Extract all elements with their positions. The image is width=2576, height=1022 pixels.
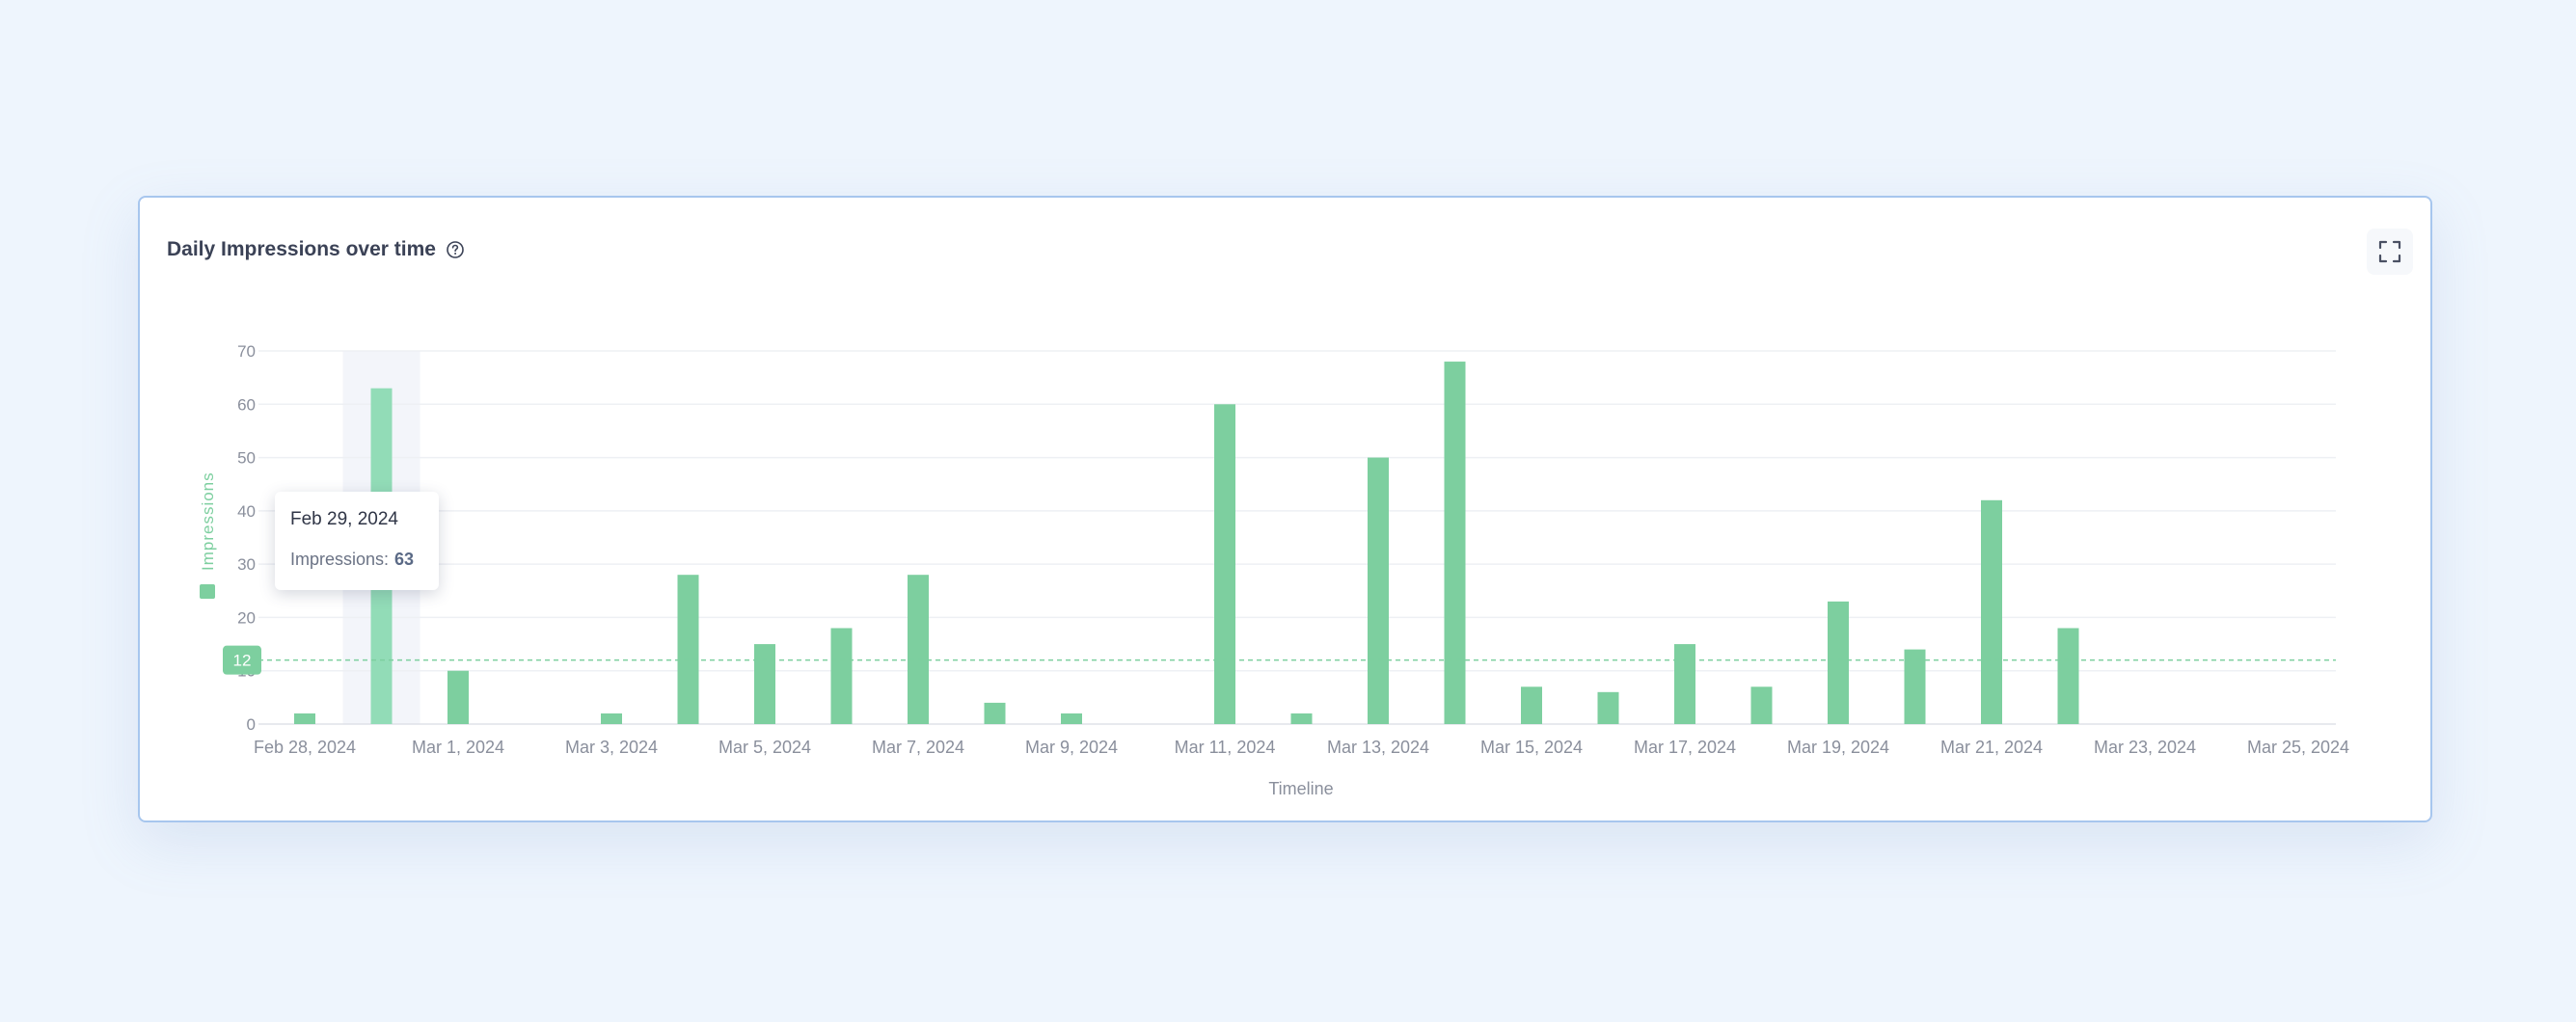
- bar: [601, 713, 622, 724]
- reference-line-label: 12: [233, 652, 252, 670]
- bar: [754, 644, 775, 724]
- x-tick-label: Mar 25, 2024: [2247, 738, 2349, 757]
- y-tick-label: 30: [237, 555, 256, 574]
- y-tick-label: 50: [237, 449, 256, 468]
- x-tick-label: Mar 3, 2024: [565, 738, 658, 757]
- bar: [908, 575, 929, 724]
- bar: [1674, 644, 1695, 724]
- y-tick-label: 70: [237, 342, 256, 361]
- x-tick-label: Mar 19, 2024: [1787, 738, 1889, 757]
- y-tick-label: 20: [237, 608, 256, 627]
- x-axis-title: Timeline: [1268, 779, 1333, 798]
- bar: [1061, 713, 1082, 724]
- x-tick-label: Mar 7, 2024: [872, 738, 964, 757]
- bar: [1214, 404, 1235, 724]
- x-tick-label: Mar 5, 2024: [719, 738, 811, 757]
- x-tick-label: Mar 11, 2024: [1175, 738, 1276, 757]
- x-tick-label: Mar 17, 2024: [1634, 738, 1736, 757]
- bar: [677, 575, 699, 724]
- bar: [830, 628, 853, 724]
- tooltip-row: Impressions: 63: [290, 550, 423, 570]
- legend-swatch: [200, 584, 215, 599]
- chart-tooltip: Feb 29, 2024 Impressions: 63: [275, 492, 439, 590]
- x-tick-label: Mar 23, 2024: [2094, 738, 2196, 757]
- x-tick-label: Mar 1, 2024: [412, 738, 504, 757]
- tooltip-label: Impressions:: [290, 550, 390, 569]
- x-tick-label: Feb 28, 2024: [254, 738, 356, 757]
- bar: [1828, 601, 1849, 724]
- bar: [984, 702, 1006, 724]
- y-tick-label: 0: [247, 715, 256, 734]
- bar: [2057, 628, 2079, 724]
- bar: [1368, 457, 1389, 724]
- bar: [1521, 686, 1542, 724]
- bar: [294, 713, 315, 724]
- bar: [1444, 362, 1466, 724]
- tooltip-value: 63: [394, 550, 415, 569]
- y-tick-label: 40: [237, 502, 256, 521]
- bar: [1904, 649, 1926, 724]
- x-tick-label: Mar 9, 2024: [1025, 738, 1118, 757]
- bar: [1750, 686, 1773, 724]
- x-tick-label: Mar 21, 2024: [1940, 738, 2043, 757]
- bar: [1597, 691, 1619, 724]
- x-tick-label: Mar 13, 2024: [1327, 738, 1429, 757]
- x-tick-label: Mar 15, 2024: [1480, 738, 1583, 757]
- bar: [447, 670, 469, 724]
- tooltip-date: Feb 29, 2024: [290, 509, 398, 529]
- bar: [1981, 499, 2002, 724]
- bar: [1290, 713, 1313, 724]
- y-tick-label: 60: [237, 395, 256, 414]
- legend-label: Impressions: [199, 471, 217, 571]
